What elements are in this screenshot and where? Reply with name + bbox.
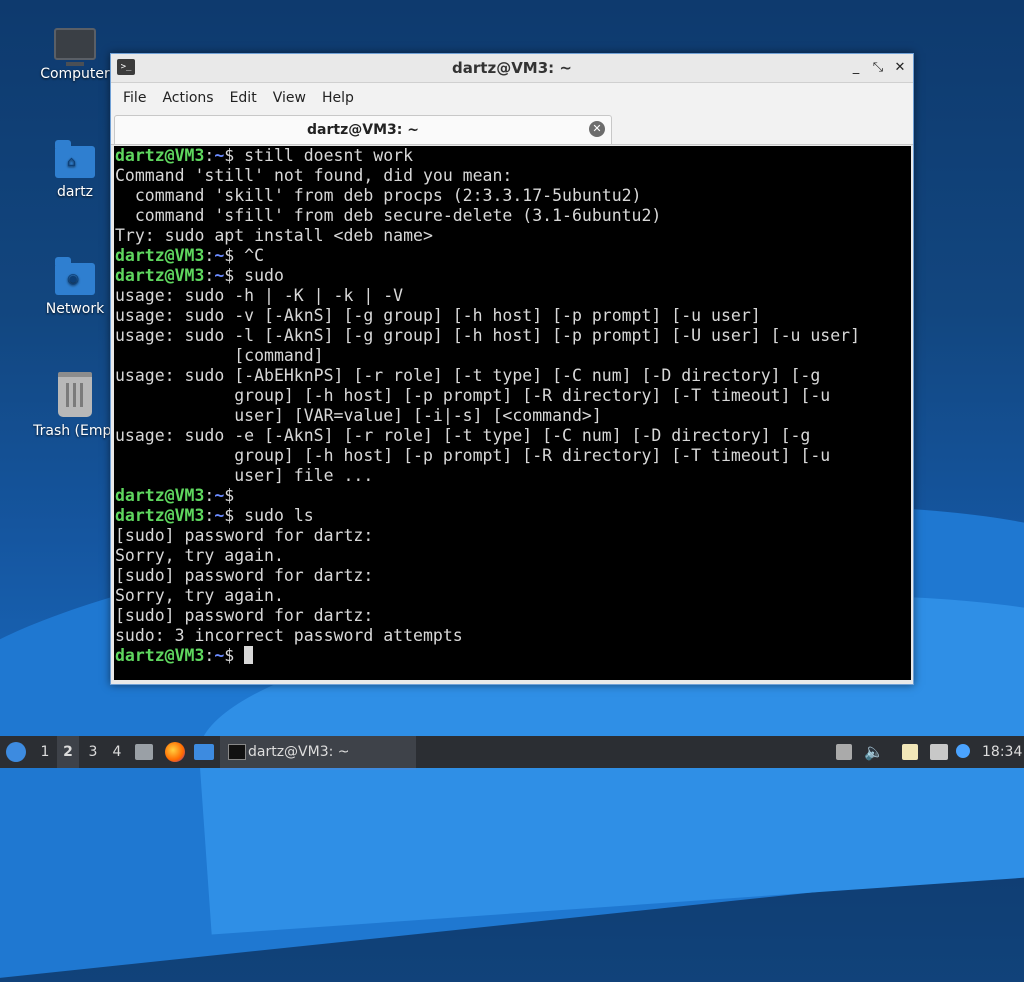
prompt-separator: :: [204, 146, 215, 165]
workspace-1[interactable]: 1: [34, 736, 56, 768]
prompt-user: dartz@VM3: [115, 506, 205, 525]
prompt-separator: :: [204, 246, 215, 265]
menu-help[interactable]: Help: [314, 90, 362, 106]
taskbar: 1 2 3 4 dartz@VM3: ~ 🔈 18:34: [0, 736, 1024, 770]
terminal-command: $ still doesnt work: [224, 146, 414, 165]
terminal-output-line: group] [-h host] [-p prompt] [-R directo…: [115, 386, 831, 405]
prompt-path: ~: [214, 486, 225, 505]
terminal-tab[interactable]: dartz@VM3: ~ ✕: [114, 115, 612, 144]
terminal-output-line: sudo: 3 incorrect password attempts: [115, 626, 463, 645]
workspace-3[interactable]: 3: [82, 736, 104, 768]
menu-file[interactable]: File: [115, 90, 154, 106]
desktop-icon[interactable]: [194, 744, 214, 760]
computer-icon: [54, 28, 96, 66]
terminal-prompt-line: dartz@VM3:~$ still doesnt work: [114, 146, 911, 166]
updates-icon[interactable]: [956, 744, 970, 758]
terminal-output[interactable]: dartz@VM3:~$ still doesnt work Command 's…: [114, 146, 911, 680]
maximize-button[interactable]: ⤡: [869, 59, 887, 77]
prompt-separator: :: [204, 266, 215, 285]
desktop-icon-trash[interactable]: Trash (Empt: [27, 372, 123, 439]
terminal-output-line: [sudo] password for dartz:: [115, 526, 374, 545]
terminal-command: $ sudo ls: [224, 506, 314, 525]
prompt-user: dartz@VM3: [115, 486, 205, 505]
volume-icon[interactable]: 🔈: [864, 736, 884, 768]
terminal-output-line: usage: sudo -l [-AknS] [-g group] [-h ho…: [115, 326, 861, 345]
terminal-output-line: usage: sudo -e [-AknS] [-r role] [-t typ…: [115, 426, 811, 445]
removable-media-icon[interactable]: [836, 744, 852, 760]
tab-close-icon[interactable]: ✕: [589, 121, 605, 137]
prompt-path: ~: [214, 146, 225, 165]
terminal-output-line: usage: sudo -h | -K | -k | -V: [115, 286, 404, 305]
terminal-prompt-line: dartz@VM3:~$ sudo ls: [114, 506, 911, 526]
terminal-output-line: user] file ...: [115, 466, 374, 485]
prompt-path: ~: [214, 266, 225, 285]
prompt-separator: :: [204, 486, 215, 505]
window-titlebar[interactable]: >_ dartz@VM3: ~ _ ⤡ ✕: [111, 54, 913, 83]
terminal-output-line: Sorry, try again.: [115, 546, 284, 565]
terminal-output-line: command 'sfill' from deb secure-delete (…: [115, 206, 662, 225]
desktop-icon-home[interactable]: ⌂ dartz: [27, 138, 123, 200]
terminal-command: $: [224, 486, 245, 505]
menu-edit[interactable]: Edit: [222, 90, 265, 106]
minimize-button[interactable]: _: [847, 59, 865, 77]
close-button[interactable]: ✕: [891, 59, 909, 77]
taskbar-task-label: dartz@VM3: ~: [248, 744, 350, 760]
home-folder-icon: ⌂: [55, 140, 95, 178]
terminal-output-line: [sudo] password for dartz:: [115, 566, 374, 585]
terminal-output-line: Command 'still' not found, did you mean:: [115, 166, 513, 185]
menu-view[interactable]: View: [265, 90, 314, 106]
terminal-output-line: user] [VAR=value] [-i|-s] [<command>]: [115, 406, 602, 425]
firefox-icon[interactable]: [165, 742, 185, 762]
desktop-icon-label: Computer: [40, 66, 110, 82]
prompt-separator: :: [204, 506, 215, 525]
start-menu-icon[interactable]: [6, 742, 26, 762]
prompt-separator: :: [204, 646, 215, 665]
desktop-icon-computer[interactable]: Computer: [27, 22, 123, 82]
desktop-icon-label: Trash (Empt: [33, 423, 117, 439]
terminal-output-line: group] [-h host] [-p prompt] [-R directo…: [115, 446, 831, 465]
tab-label: dartz@VM3: ~: [307, 122, 419, 138]
menu-bar: File Actions Edit View Help: [111, 83, 913, 113]
desktop-icon-label: Network: [45, 301, 105, 317]
terminal-output-line: [command]: [115, 346, 324, 365]
terminal-prompt-line: dartz@VM3:~$ ^C: [114, 246, 911, 266]
terminal-command: $ sudo: [224, 266, 284, 285]
terminal-output-line: usage: sudo -v [-AknS] [-g group] [-h ho…: [115, 306, 761, 325]
clock[interactable]: 18:34: [982, 736, 1022, 768]
terminal-output-line: Try: sudo apt install <deb name>: [115, 226, 433, 245]
taskbar-terminal-button[interactable]: dartz@VM3: ~: [220, 736, 416, 770]
terminal-prompt-line: dartz@VM3:~$: [114, 486, 911, 506]
workspace-4[interactable]: 4: [106, 736, 128, 768]
tab-bar: dartz@VM3: ~ ✕: [111, 113, 913, 145]
prompt-user: dartz@VM3: [115, 646, 205, 665]
prompt-path: ~: [214, 646, 225, 665]
terminal-command: $: [224, 646, 245, 665]
terminal-window: >_ dartz@VM3: ~ _ ⤡ ✕ File Actions Edit …: [110, 53, 914, 685]
workspace-2[interactable]: 2: [57, 736, 79, 768]
terminal-output-line: Sorry, try again.: [115, 586, 284, 605]
terminal-cursor: [244, 646, 254, 664]
terminal-output-line: usage: sudo [-AbEHknPS] [-r role] [-t ty…: [115, 366, 821, 385]
terminal-prompt-line: dartz@VM3:~$: [114, 646, 911, 666]
clipboard-icon[interactable]: [902, 744, 918, 760]
network-icon[interactable]: [930, 744, 948, 760]
prompt-user: dartz@VM3: [115, 246, 205, 265]
prompt-path: ~: [214, 506, 225, 525]
trash-icon: [58, 372, 92, 417]
terminal-command: $ ^C: [224, 246, 265, 265]
desktop-icon-network[interactable]: ◉ Network: [27, 255, 123, 317]
terminal-output-line: command 'skill' from deb procps (2:3.3.1…: [115, 186, 642, 205]
prompt-path: ~: [214, 246, 225, 265]
file-manager-icon[interactable]: [135, 744, 153, 760]
prompt-user: dartz@VM3: [115, 146, 205, 165]
prompt-user: dartz@VM3: [115, 266, 205, 285]
menu-actions[interactable]: Actions: [154, 90, 221, 106]
network-folder-icon: ◉: [55, 257, 95, 295]
window-title: dartz@VM3: ~: [452, 59, 572, 77]
terminal-icon: [228, 744, 246, 760]
desktop-icon-label: dartz: [56, 184, 94, 200]
terminal-output-line: [sudo] password for dartz:: [115, 606, 374, 625]
terminal-prompt-line: dartz@VM3:~$ sudo: [114, 266, 911, 286]
